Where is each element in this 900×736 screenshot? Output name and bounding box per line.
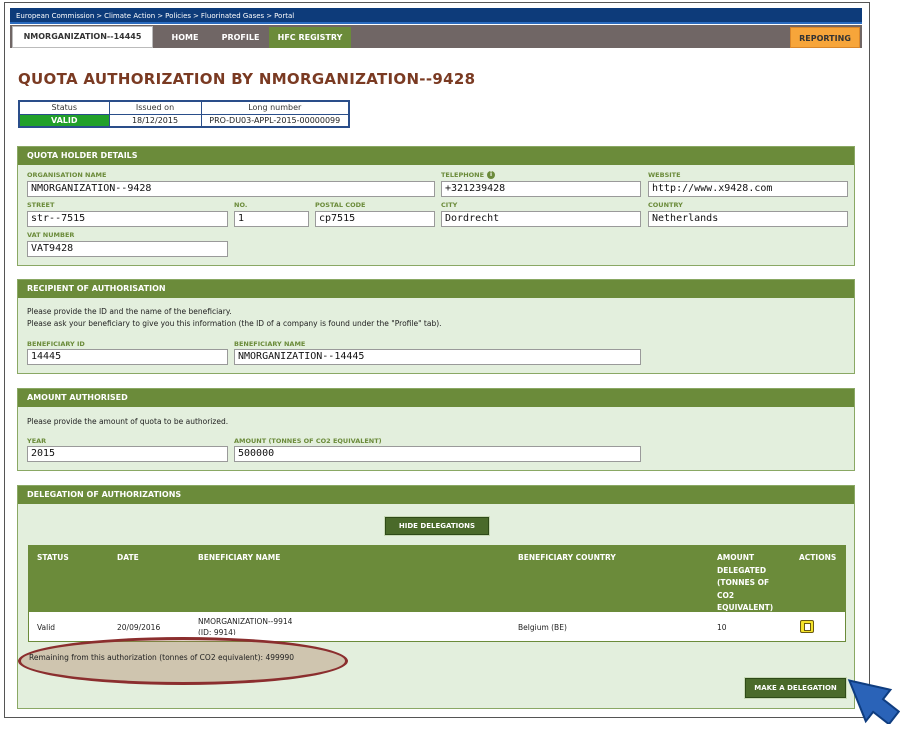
- amount-instruction: Please provide the amount of quota to be…: [27, 417, 229, 426]
- row-date: 20/09/2016: [117, 623, 161, 632]
- row-amount: 10: [717, 623, 727, 632]
- breadcrumb-item[interactable]: Climate Action: [104, 12, 155, 20]
- status-header: Status: [18, 100, 110, 115]
- no-field[interactable]: 1: [234, 211, 309, 227]
- beneficiary-id-label: BENEFICIARY ID: [27, 340, 85, 348]
- recipient-instruction: Please provide the ID and the name of th…: [27, 307, 232, 316]
- remaining-amount-text: Remaining from this authorization (tonne…: [29, 653, 295, 662]
- vat-field[interactable]: VAT9428: [27, 241, 228, 257]
- website-field[interactable]: http://www.x9428.com: [648, 181, 848, 197]
- column-beneficiary-name: BENEFICIARY NAME: [198, 553, 281, 562]
- page-title: QUOTA AUTHORIZATION BY NMORGANIZATION--9…: [18, 70, 476, 88]
- beneficiary-id-field[interactable]: 14445: [27, 349, 228, 365]
- website-label: WEBSITE: [648, 171, 681, 179]
- hide-delegations-button[interactable]: HIDE DELEGATIONS: [385, 517, 489, 535]
- table-header: STATUS DATE BENEFICIARY NAME BENEFICIARY…: [29, 546, 845, 612]
- city-label: CITY: [441, 201, 458, 209]
- row-beneficiary-country: Belgium (BE): [518, 623, 567, 632]
- recipient-panel: RECIPIENT OF AUTHORISATION Please provid…: [17, 279, 855, 374]
- year-label: YEAR: [27, 437, 47, 445]
- tab-hfc-registry[interactable]: HFC REGISTRY: [269, 27, 351, 48]
- tab-home[interactable]: HOME: [158, 27, 212, 48]
- info-icon[interactable]: i: [487, 171, 496, 179]
- row-status: Valid: [37, 623, 56, 632]
- city-field[interactable]: Dordrecht: [441, 211, 641, 227]
- country-label: COUNTRY: [648, 201, 683, 209]
- column-beneficiary-country: BENEFICIARY COUNTRY: [518, 553, 616, 562]
- tab-organization[interactable]: NMORGANIZATION--14445: [12, 26, 153, 48]
- row-beneficiary-name: NMORGANIZATION--9914: [198, 617, 293, 626]
- quota-holder-panel: QUOTA HOLDER DETAILS ORGANISATION NAME N…: [17, 146, 855, 266]
- org-name-field[interactable]: NMORGANIZATION--9428: [27, 181, 435, 197]
- amount-field[interactable]: 500000: [234, 446, 641, 462]
- country-field[interactable]: Netherlands: [648, 211, 848, 227]
- breadcrumb: European Commission > Climate Action > Polic…: [10, 8, 862, 24]
- panel-title: RECIPIENT OF AUTHORISATION: [18, 280, 854, 298]
- panel-title: DELEGATION OF AUTHORIZATIONS: [18, 486, 854, 504]
- long-number-header: Long number: [200, 100, 350, 115]
- arrow-pointer-icon: [847, 679, 900, 724]
- panel-title: AMOUNT AUTHORISED: [18, 389, 854, 407]
- status-table: Status Issued on Long number VALID 18/12…: [18, 100, 350, 128]
- beneficiary-name-field[interactable]: NMORGANIZATION--14445: [234, 349, 641, 365]
- panel-title: QUOTA HOLDER DETAILS: [18, 147, 854, 165]
- status-badge: VALID: [18, 113, 110, 128]
- issued-header: Issued on: [108, 100, 202, 115]
- main-nav: NMORGANIZATION--14445 HOME PROFILE HFC R…: [10, 25, 862, 48]
- make-delegation-button[interactable]: MAKE A DELEGATION: [745, 678, 846, 698]
- document-icon[interactable]: [800, 620, 814, 633]
- recipient-instruction: Please ask your beneficiary to give you …: [27, 319, 442, 328]
- tab-profile[interactable]: PROFILE: [212, 27, 269, 48]
- org-name-label: ORGANISATION NAME: [27, 171, 107, 179]
- postal-field[interactable]: cp7515: [315, 211, 435, 227]
- telephone-field[interactable]: +321239428: [441, 181, 641, 197]
- street-label: STREET: [27, 201, 55, 209]
- tab-reporting[interactable]: REPORTING: [790, 27, 860, 48]
- long-number: PRO-DU03-APPL-2015-00000099: [200, 113, 350, 128]
- breadcrumb-item[interactable]: Policies: [165, 12, 191, 20]
- breadcrumb-item[interactable]: European Commission: [16, 12, 94, 20]
- row-beneficiary-id: (ID: 9914): [198, 628, 236, 635]
- beneficiary-name-label: BENEFICIARY NAME: [234, 340, 306, 348]
- breadcrumb-item[interactable]: Portal: [274, 12, 294, 20]
- telephone-label: TELEPHONE i: [441, 171, 496, 179]
- amount-panel: AMOUNT AUTHORISED Please provide the amo…: [17, 388, 855, 471]
- street-field[interactable]: str--7515: [27, 211, 228, 227]
- column-status: STATUS: [37, 553, 69, 562]
- issued-date: 18/12/2015: [108, 113, 202, 128]
- column-actions: ACTIONS: [799, 553, 837, 562]
- delegations-table: STATUS DATE BENEFICIARY NAME BENEFICIARY…: [28, 545, 846, 642]
- breadcrumb-item[interactable]: Fluorinated Gases: [201, 12, 264, 20]
- vat-label: VAT NUMBER: [27, 231, 75, 239]
- no-label: NO.: [234, 201, 248, 209]
- year-field[interactable]: 2015: [27, 446, 228, 462]
- column-amount-delegated: AMOUNT DELEGATED (TONNES OF CO2 EQUIVALE…: [717, 553, 774, 612]
- postal-label: POSTAL CODE: [315, 201, 366, 209]
- amount-label: AMOUNT (TONNES OF CO2 EQUIVALENT): [234, 437, 382, 445]
- column-date: DATE: [117, 553, 139, 562]
